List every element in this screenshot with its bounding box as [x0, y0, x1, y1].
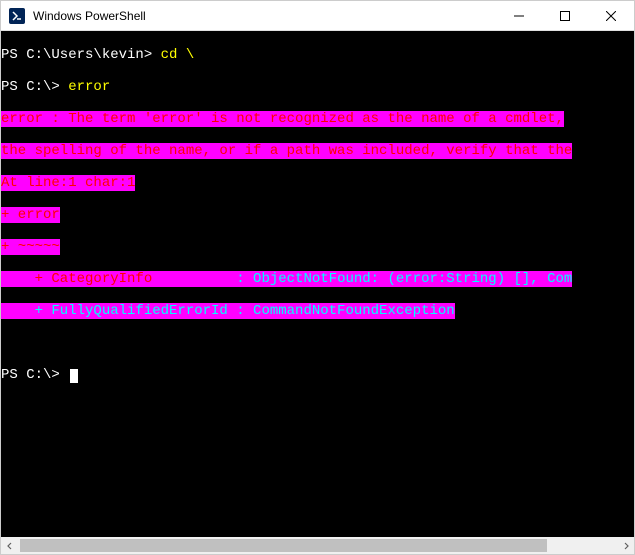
- error-text: + error: [1, 207, 60, 223]
- error-text: error : The term 'error' is not recogniz…: [1, 111, 564, 127]
- titlebar[interactable]: Windows PowerShell: [1, 1, 634, 31]
- window-controls: [496, 1, 634, 30]
- terminal-output[interactable]: PS C:\Users\kevin> cd \ PS C:\> error er…: [1, 31, 634, 537]
- error-category-label: + CategoryInfo: [1, 271, 152, 287]
- error-category-value: : ObjectNotFound: (error:String) [], Com: [152, 271, 572, 287]
- horizontal-scrollbar[interactable]: [1, 537, 634, 554]
- prompt: PS C:\Users\kevin>: [1, 47, 152, 63]
- cursor: [70, 369, 78, 383]
- scroll-track[interactable]: [18, 537, 617, 554]
- powershell-icon: [9, 8, 25, 24]
- error-text: the spelling of the name, or if a path w…: [1, 143, 572, 159]
- maximize-button[interactable]: [542, 1, 588, 30]
- scroll-right-arrow[interactable]: [617, 537, 634, 554]
- scroll-left-arrow[interactable]: [1, 537, 18, 554]
- minimize-button[interactable]: [496, 1, 542, 30]
- scroll-thumb[interactable]: [20, 539, 547, 552]
- error-text: At line:1 char:1: [1, 175, 135, 191]
- prompt: PS C:\>: [1, 367, 68, 383]
- error-text: + ~~~~~: [1, 239, 60, 255]
- command-text: cd \: [152, 47, 194, 63]
- close-button[interactable]: [588, 1, 634, 30]
- window-title: Windows PowerShell: [33, 9, 496, 23]
- prompt: PS C:\>: [1, 79, 60, 95]
- command-text: error: [60, 79, 110, 95]
- error-id: + FullyQualifiedErrorId : CommandNotFoun…: [1, 303, 455, 319]
